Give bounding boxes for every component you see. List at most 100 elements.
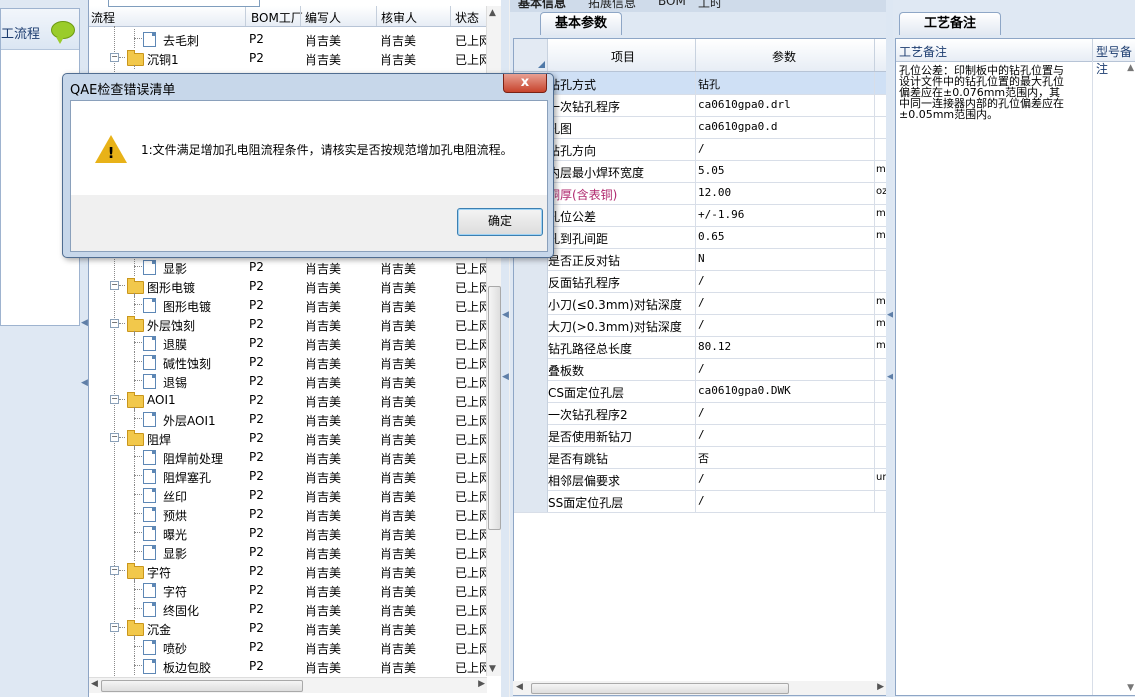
scroll-down-icon[interactable]: ▼: [1127, 683, 1134, 693]
tree-row[interactable]: 退锡 P2 肖吉美 肖吉美 已上网: [89, 371, 489, 390]
param-row[interactable]: 钻孔方向 /: [514, 138, 888, 161]
tree-group-row[interactable]: − AOI1 P2 肖吉美 肖吉美 已上网: [89, 390, 489, 411]
tree-row[interactable]: 字符 P2 肖吉美 肖吉美 已上网: [89, 580, 489, 599]
col-header-writer[interactable]: 编写人: [305, 9, 341, 26]
tree-row[interactable]: 板边包胶 P2 肖吉美 肖吉美 已上网: [89, 656, 489, 675]
scroll-down-icon[interactable]: ▼: [489, 664, 496, 674]
scroll-right-icon[interactable]: ▶: [478, 679, 485, 689]
col-header-status[interactable]: 状态: [455, 9, 479, 26]
param-value[interactable]: /: [698, 318, 705, 331]
close-button[interactable]: x: [503, 74, 547, 93]
tree-row[interactable]: 退膜 P2 肖吉美 肖吉美 已上网: [89, 333, 489, 352]
row-selector[interactable]: [514, 468, 548, 490]
tree-row[interactable]: 显影 P2 肖吉美 肖吉美 已上网: [89, 542, 489, 561]
row-selector[interactable]: [514, 314, 548, 336]
tab-extended-info[interactable]: 拓展信息: [588, 0, 636, 11]
param-value[interactable]: /: [698, 494, 705, 507]
collapse-toggle-icon[interactable]: −: [110, 623, 119, 632]
param-row[interactable]: 大刀(>0.3mm)对钻深度/mm: [514, 314, 888, 337]
splitter-arrow-icon[interactable]: ◀: [502, 372, 509, 382]
process-note-text[interactable]: 孔位公差：印制板中的钻孔位置与设计文件中的钻孔位置的最大孔位偏差应在±0.076…: [899, 65, 1069, 120]
param-value[interactable]: ca0610gpa0.DWK: [698, 384, 791, 397]
tab-bom[interactable]: BOM: [658, 0, 686, 8]
param-row[interactable]: 孔图 ca0610gpa0.d: [514, 116, 888, 139]
param-value[interactable]: 否: [698, 450, 709, 466]
row-selector[interactable]: [514, 490, 548, 512]
param-value[interactable]: /: [698, 274, 705, 287]
collapse-toggle-icon[interactable]: −: [110, 53, 119, 62]
tab-work-hours[interactable]: 工时: [698, 0, 722, 11]
param-row[interactable]: 钻孔方式 钻孔: [514, 72, 888, 95]
collapse-toggle-icon[interactable]: −: [110, 566, 119, 575]
param-row[interactable]: 铜厚(含表铜) 12.00 oz: [514, 182, 888, 205]
param-value[interactable]: 5.05: [698, 164, 725, 177]
params-hscroll-thumb[interactable]: [531, 683, 789, 694]
tree-group-row[interactable]: − 沉铜1 P2 肖吉美 肖吉美 已上网: [89, 48, 489, 69]
scroll-up-icon[interactable]: ▲: [489, 8, 496, 18]
param-value[interactable]: 0.65: [698, 230, 725, 243]
col-header-item[interactable]: 项目: [611, 48, 635, 65]
row-selector[interactable]: [514, 402, 548, 424]
col-header-process-notes[interactable]: 工艺备注: [899, 43, 947, 60]
right-splitter[interactable]: ◀ ◀: [886, 0, 894, 697]
param-row[interactable]: 小刀(≤0.3mm)对钻深度/mm: [514, 292, 888, 315]
splitter-arrow-icon[interactable]: ◀: [81, 378, 88, 388]
row-selector[interactable]: [514, 292, 548, 314]
param-row[interactable]: 一次钻孔程序2 /: [514, 402, 888, 425]
tree-row[interactable]: 外层AOI1 P2 肖吉美 肖吉美 已上网: [89, 409, 489, 428]
tree-group-row[interactable]: − 阻焊 P2 肖吉美 肖吉美 已上网: [89, 428, 489, 449]
tree-row[interactable]: 预烘 P2 肖吉美 肖吉美 已上网: [89, 504, 489, 523]
param-row[interactable]: 孔位公差+/-1.96mil: [514, 204, 888, 227]
comment-bubble-icon[interactable]: [51, 21, 75, 44]
tree-group-row[interactable]: − 沉金 P2 肖吉美 肖吉美 已上网: [89, 618, 489, 639]
param-row[interactable]: CS面定位孔层 ca0610gpa0.DWK: [514, 380, 888, 403]
scroll-right-icon[interactable]: ▶: [877, 682, 884, 692]
tab-process-notes[interactable]: 工艺备注: [899, 12, 1001, 35]
row-selector[interactable]: [514, 358, 548, 380]
scroll-left-icon[interactable]: ◀: [91, 679, 98, 689]
tree-group-row[interactable]: − 图形电镀 P2 肖吉美 肖吉美 已上网: [89, 276, 489, 297]
tree-row[interactable]: 显影 P2 肖吉美 肖吉美 已上网: [89, 257, 489, 276]
param-value[interactable]: /: [698, 406, 705, 419]
tree-row[interactable]: 阻焊前处理 P2 肖吉美 肖吉美 已上网: [89, 447, 489, 466]
param-value[interactable]: +/-1.96: [698, 208, 744, 221]
collapse-toggle-icon[interactable]: −: [110, 395, 119, 404]
col-header-process[interactable]: 流程: [91, 9, 115, 26]
tree-row[interactable]: 碱性蚀刻 P2 肖吉美 肖吉美 已上网: [89, 352, 489, 371]
tree-row[interactable]: 曝光 P2 肖吉美 肖吉美 已上网: [89, 523, 489, 542]
row-selector[interactable]: [514, 270, 548, 292]
param-row[interactable]: 孔到孔间距0.65mm: [514, 226, 888, 249]
splitter-arrow-icon[interactable]: ◀: [81, 318, 88, 328]
ok-button[interactable]: 确定: [457, 208, 543, 236]
param-row[interactable]: 反面钻孔程序 /: [514, 270, 888, 293]
col-header-param[interactable]: 参数: [772, 48, 796, 65]
tree-row[interactable]: 去毛刺 P2 肖吉美 肖吉美 已上网: [89, 29, 489, 48]
param-value[interactable]: 12.00: [698, 186, 731, 199]
splitter-arrow-icon[interactable]: ◀: [502, 310, 509, 320]
tree-row[interactable]: 丝印 P2 肖吉美 肖吉美 已上网: [89, 485, 489, 504]
tree-group-row[interactable]: − 字符 P2 肖吉美 肖吉美 已上网: [89, 561, 489, 582]
row-selector[interactable]: [514, 380, 548, 402]
param-row[interactable]: 是否正反对钻 N: [514, 248, 888, 271]
param-value[interactable]: /: [698, 428, 705, 441]
row-selector[interactable]: [514, 336, 548, 358]
param-value[interactable]: ca0610gpa0.d: [698, 120, 777, 133]
tree-row[interactable]: 图形电镀 P2 肖吉美 肖吉美 已上网: [89, 295, 489, 314]
param-value[interactable]: /: [698, 296, 705, 309]
tab-basic-info[interactable]: 基本信息: [518, 0, 566, 11]
tree-row[interactable]: 终固化 P2 肖吉美 肖吉美 已上网: [89, 599, 489, 618]
tree-horizontal-scrollbar[interactable]: ◀ ▶: [89, 677, 487, 693]
param-value[interactable]: /: [698, 362, 705, 375]
collapse-toggle-icon[interactable]: −: [110, 319, 119, 328]
col-header-reviewer[interactable]: 核审人: [381, 9, 417, 26]
param-row[interactable]: 钻孔路径总长度 80.12 m: [514, 336, 888, 359]
scroll-up-icon[interactable]: ▲: [1127, 63, 1134, 73]
tab-basic-params[interactable]: 基本参数: [540, 12, 622, 35]
row-selector[interactable]: [514, 424, 548, 446]
param-row[interactable]: SS面定位孔层 /: [514, 490, 888, 513]
param-value[interactable]: 钻孔: [698, 76, 720, 92]
tree-vscroll-thumb[interactable]: [488, 286, 501, 530]
tree-search-input[interactable]: [108, 0, 260, 7]
param-value[interactable]: 80.12: [698, 340, 731, 353]
tree-hscroll-thumb[interactable]: [101, 680, 303, 692]
